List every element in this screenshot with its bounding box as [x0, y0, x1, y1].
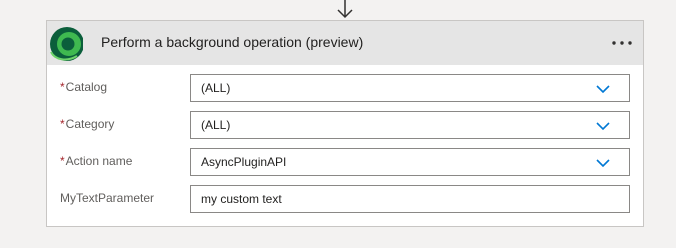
category-label-text: Category: [65, 117, 115, 131]
catalog-value: (ALL): [201, 81, 231, 95]
catalog-label-text: Catalog: [65, 80, 108, 94]
field-row-mytextparameter: MyTextParameter: [47, 185, 643, 213]
more-options-button[interactable]: [607, 29, 637, 57]
action-name-label: *Action name: [60, 154, 132, 168]
catalog-label: *Catalog: [60, 80, 107, 94]
action-card-header[interactable]: Perform a background operation (preview): [47, 21, 643, 65]
dataverse-logo-icon: [50, 27, 83, 61]
chevron-down-icon: [596, 85, 610, 94]
field-row-category: *Category (ALL): [47, 111, 643, 139]
required-marker: *: [60, 117, 65, 131]
chevron-down-icon: [596, 159, 610, 168]
category-value: (ALL): [201, 118, 231, 132]
action-name-label-text: Action name: [65, 154, 133, 168]
mytextparameter-input[interactable]: [190, 185, 630, 213]
category-label: *Category: [60, 117, 114, 131]
required-marker: *: [60, 154, 65, 168]
field-row-action-name: *Action name AsyncPluginAPI: [47, 148, 643, 176]
action-title: Perform a background operation (preview): [101, 34, 364, 50]
action-name-dropdown[interactable]: AsyncPluginAPI: [190, 148, 630, 176]
arrow-down-icon: [337, 0, 353, 19]
category-dropdown[interactable]: (ALL): [190, 111, 630, 139]
more-options-icon: [612, 41, 632, 45]
action-name-value: AsyncPluginAPI: [201, 155, 287, 169]
required-marker: *: [60, 80, 65, 94]
mytextparameter-label: MyTextParameter: [60, 191, 155, 205]
chevron-down-icon: [596, 122, 610, 131]
action-card: Perform a background operation (preview)…: [46, 20, 644, 227]
field-row-catalog: *Catalog (ALL): [47, 74, 643, 102]
catalog-dropdown[interactable]: (ALL): [190, 74, 630, 102]
